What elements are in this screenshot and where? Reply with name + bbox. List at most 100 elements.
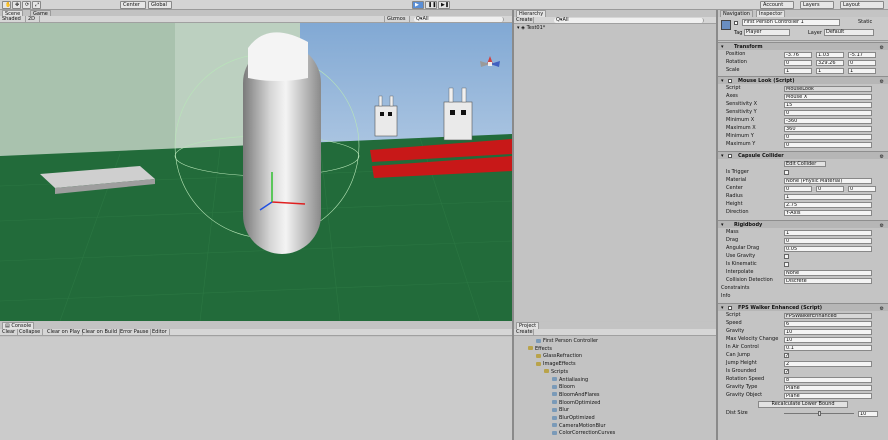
scene-view[interactable] [0, 16, 512, 321]
project-item[interactable]: Antialiasing [552, 377, 588, 384]
rotate-tool-icon[interactable]: ⟳ [22, 1, 31, 9]
tab-project[interactable]: Project [516, 322, 540, 329]
speed-field[interactable]: 6 [784, 320, 872, 327]
component-enabled-checkbox[interactable] [728, 79, 732, 83]
project-create-button[interactable]: Create [514, 329, 534, 336]
rotation-speed-field[interactable]: 8 [784, 376, 872, 383]
component-enabled-checkbox[interactable] [728, 306, 732, 310]
layout-dropdown[interactable]: Layout [840, 1, 884, 9]
max-velocity-field[interactable]: 10 [784, 336, 872, 343]
interpolate-dropdown[interactable]: None [784, 269, 872, 276]
radius-field[interactable]: 1 [784, 193, 872, 200]
collapse-button[interactable]: Collapse [17, 329, 44, 336]
can-jump-checkbox[interactable]: ✓ [784, 353, 789, 359]
direction-dropdown[interactable]: Y-Axis [784, 209, 872, 216]
project-item[interactable]: CameraMotionBlur [552, 423, 606, 430]
console-log-area[interactable] [0, 337, 512, 440]
rigidbody-header[interactable]: ▾ Rigidbody ⚙ [718, 220, 888, 229]
scale-x-field[interactable]: 1 [784, 67, 812, 74]
project-item[interactable]: Blur [552, 407, 569, 414]
center-z-field[interactable]: 0 [848, 185, 876, 192]
layer-dropdown[interactable]: Default [824, 29, 874, 36]
project-item[interactable]: ImageEffects [536, 361, 576, 368]
hierarchy-search-input[interactable]: Q▾All [554, 18, 704, 23]
component-enabled-checkbox[interactable] [728, 154, 732, 158]
transform-header[interactable]: ▾ Transform ⚙ [718, 42, 888, 51]
is-trigger-checkbox[interactable] [784, 170, 789, 175]
mass-field[interactable]: 1 [784, 229, 872, 236]
rotation-x-field[interactable]: 0 [784, 59, 812, 66]
gizmos-dropdown[interactable]: Gizmos [384, 16, 410, 23]
space-toggle[interactable]: Global [148, 1, 172, 9]
play-button[interactable]: ▶ [412, 1, 424, 9]
in-air-control-field[interactable]: 0.1 [784, 344, 872, 351]
project-item[interactable]: First Person Controller [536, 338, 598, 345]
clear-button[interactable]: Clear [0, 329, 19, 336]
project-item[interactable]: GlassRefraction [536, 353, 582, 360]
minimum-x-field[interactable]: -360 [784, 117, 872, 124]
sensitivity-y-field[interactable]: 0 [784, 109, 872, 116]
tab-navigation[interactable]: Navigation [720, 10, 753, 17]
project-item[interactable]: Scripts [544, 369, 568, 376]
scale-z-field[interactable]: 1 [848, 67, 876, 74]
use-gravity-checkbox[interactable] [784, 254, 789, 259]
project-item[interactable]: Effects [528, 346, 552, 353]
info-foldout[interactable]: Info [718, 293, 888, 300]
gravity-type-dropdown[interactable]: Plane [784, 384, 872, 391]
error-pause-button[interactable]: Error Pause [118, 329, 152, 336]
account-dropdown[interactable]: Account [760, 1, 794, 9]
slider-thumb[interactable] [818, 411, 821, 416]
position-y-field[interactable]: 1.03 [816, 51, 844, 58]
static-toggle[interactable]: Static [858, 19, 872, 25]
height-field[interactable]: 2.75 [784, 201, 872, 208]
angular-drag-field[interactable]: 0.05 [784, 245, 872, 252]
hierarchy-create-button[interactable]: Create [514, 17, 534, 24]
is-grounded-checkbox[interactable]: ✓ [784, 369, 789, 375]
tag-dropdown[interactable]: Player [744, 29, 790, 36]
object-name-field[interactable]: First Person Controller 1 [742, 19, 840, 26]
center-x-field[interactable]: 0 [784, 185, 812, 192]
position-x-field[interactable]: -3.76 [784, 51, 812, 58]
center-y-field[interactable]: 0 [816, 185, 844, 192]
collision-detection-dropdown[interactable]: Discrete [784, 277, 872, 284]
clear-on-play-button[interactable]: Clear on Play [45, 329, 83, 336]
pivot-toggle[interactable]: Center [120, 1, 146, 9]
tab-console[interactable]: ▤ Console [2, 322, 35, 329]
tab-hierarchy[interactable]: Hierarchy [516, 10, 547, 17]
rotation-y-field[interactable]: 329.26 [816, 59, 844, 66]
pause-button[interactable]: ❚❚ [425, 1, 437, 9]
clear-on-build-button[interactable]: Clear on Build [80, 329, 121, 336]
dist-size-field[interactable]: 10 [858, 410, 878, 417]
project-item[interactable]: BloomOptimized [552, 400, 600, 407]
hierarchy-scene-item[interactable]: ▾ ◈ Test01* [517, 25, 545, 32]
edit-collider-button[interactable]: Edit Collider [784, 161, 826, 167]
capsule-collider-header[interactable]: ▾ Capsule Collider ⚙ [718, 151, 888, 161]
tab-inspector[interactable]: Inspector [756, 10, 786, 17]
is-kinematic-checkbox[interactable] [784, 262, 789, 267]
scale-y-field[interactable]: 1 [816, 67, 844, 74]
fps-walker-header[interactable]: ▾ FPS Walker Enhanced (Script) ⚙ [718, 303, 888, 312]
editor-dropdown[interactable]: Editor [150, 329, 170, 336]
gravity-object-field[interactable]: Plane [784, 392, 872, 399]
maximum-y-field[interactable]: 0 [784, 141, 872, 148]
layers-dropdown[interactable]: Layers [800, 1, 834, 9]
constraints-foldout[interactable]: Constraints [718, 285, 888, 292]
material-field[interactable]: None (Physic Material) [784, 177, 872, 184]
jump-height-field[interactable]: 2 [784, 360, 872, 367]
move-tool-icon[interactable]: ✥ [12, 1, 21, 9]
rotation-z-field[interactable]: 0 [848, 59, 876, 66]
position-z-field[interactable]: -5.17 [848, 51, 876, 58]
minimum-y-field[interactable]: 0 [784, 133, 872, 140]
sensitivity-x-field[interactable]: 15 [784, 101, 872, 108]
gravity-field[interactable]: 10 [784, 328, 872, 335]
mouse-look-header[interactable]: ▾ Mouse Look (Script) ⚙ [718, 76, 888, 85]
hand-tool-icon[interactable]: ✋ [2, 1, 11, 9]
gear-icon[interactable]: ⚙ [880, 153, 884, 161]
shading-dropdown[interactable]: Shaded [0, 16, 26, 23]
maximum-x-field[interactable]: 360 [784, 125, 872, 132]
drag-field[interactable]: 0 [784, 237, 872, 244]
recalculate-button[interactable]: Recalculate Lower Bound [758, 401, 848, 408]
2d-toggle[interactable]: 2D [26, 16, 40, 23]
active-checkbox[interactable] [734, 21, 738, 25]
scale-tool-icon[interactable]: ⤢ [32, 1, 41, 9]
